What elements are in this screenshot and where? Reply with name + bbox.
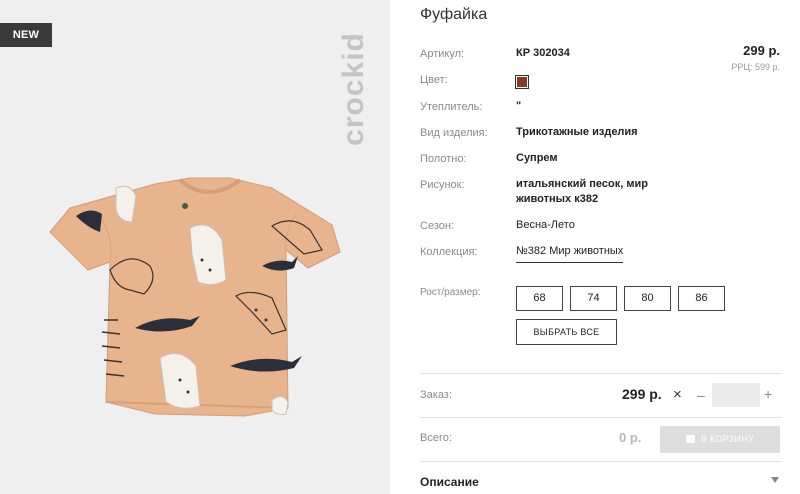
- size-option-80[interactable]: 80: [624, 286, 671, 311]
- recommended-retail-price: РРЦ: 599 р.: [731, 62, 780, 72]
- tshirt-illustration: [49, 177, 341, 417]
- decrease-quantity-button[interactable]: –: [697, 387, 705, 403]
- insulation-label: Утеплитель:: [420, 101, 483, 113]
- fabric-label: Полотно:: [420, 153, 467, 165]
- divider: [420, 461, 782, 462]
- product-image[interactable]: NEW crockid: [0, 0, 390, 494]
- multiply-icon: ×: [673, 386, 682, 403]
- order-price: 299 р.: [622, 386, 662, 402]
- add-to-cart-button[interactable]: В КОРЗИНУ: [660, 426, 780, 453]
- increase-quantity-button[interactable]: +: [764, 386, 772, 402]
- add-to-cart-label: В КОРЗИНУ: [700, 434, 755, 444]
- size-option-68[interactable]: 68: [516, 286, 563, 311]
- collection-link[interactable]: №382 Мир животных: [516, 244, 624, 263]
- article-label: Артикул:: [420, 48, 465, 60]
- color-swatch-fill: [517, 77, 527, 87]
- type-label: Вид изделия:: [420, 127, 488, 139]
- size-label: Рост/размер:: [420, 287, 481, 298]
- product-title: Фуфайка: [420, 6, 488, 23]
- cart-icon: [685, 435, 695, 443]
- color-label: Цвет:: [420, 74, 448, 86]
- season-value: Весна-Лето: [516, 219, 575, 231]
- chevron-down-icon[interactable]: [771, 477, 779, 483]
- description-toggle[interactable]: Описание: [420, 475, 479, 489]
- article-value: КР 302034: [516, 47, 570, 59]
- divider: [420, 417, 782, 418]
- total-value: 0 р.: [619, 430, 642, 445]
- pattern-value-line1: итальянский песок, мир: [516, 178, 648, 190]
- new-badge: NEW: [0, 23, 52, 47]
- order-label: Заказ:: [420, 389, 452, 401]
- collection-label: Коллекция:: [420, 246, 478, 258]
- quantity-input[interactable]: [712, 383, 760, 407]
- color-swatch[interactable]: [515, 75, 529, 89]
- size-option-86[interactable]: 86: [678, 286, 725, 311]
- size-option-74[interactable]: 74: [570, 286, 617, 311]
- pattern-label: Рисунок:: [420, 179, 465, 191]
- select-all-sizes-button[interactable]: ВЫБРАТЬ ВСЕ: [516, 319, 617, 345]
- brand-watermark: crockid: [337, 32, 370, 146]
- product-price: 299 р.: [743, 43, 780, 58]
- pattern-value-line2: животных к382: [516, 193, 599, 205]
- fabric-value: Супрем: [516, 152, 558, 164]
- season-label: Сезон:: [420, 220, 454, 232]
- insulation-value: ": [516, 100, 522, 112]
- divider: [420, 373, 782, 374]
- total-label: Всего:: [420, 432, 452, 444]
- type-value: Трикотажные изделия: [516, 126, 638, 138]
